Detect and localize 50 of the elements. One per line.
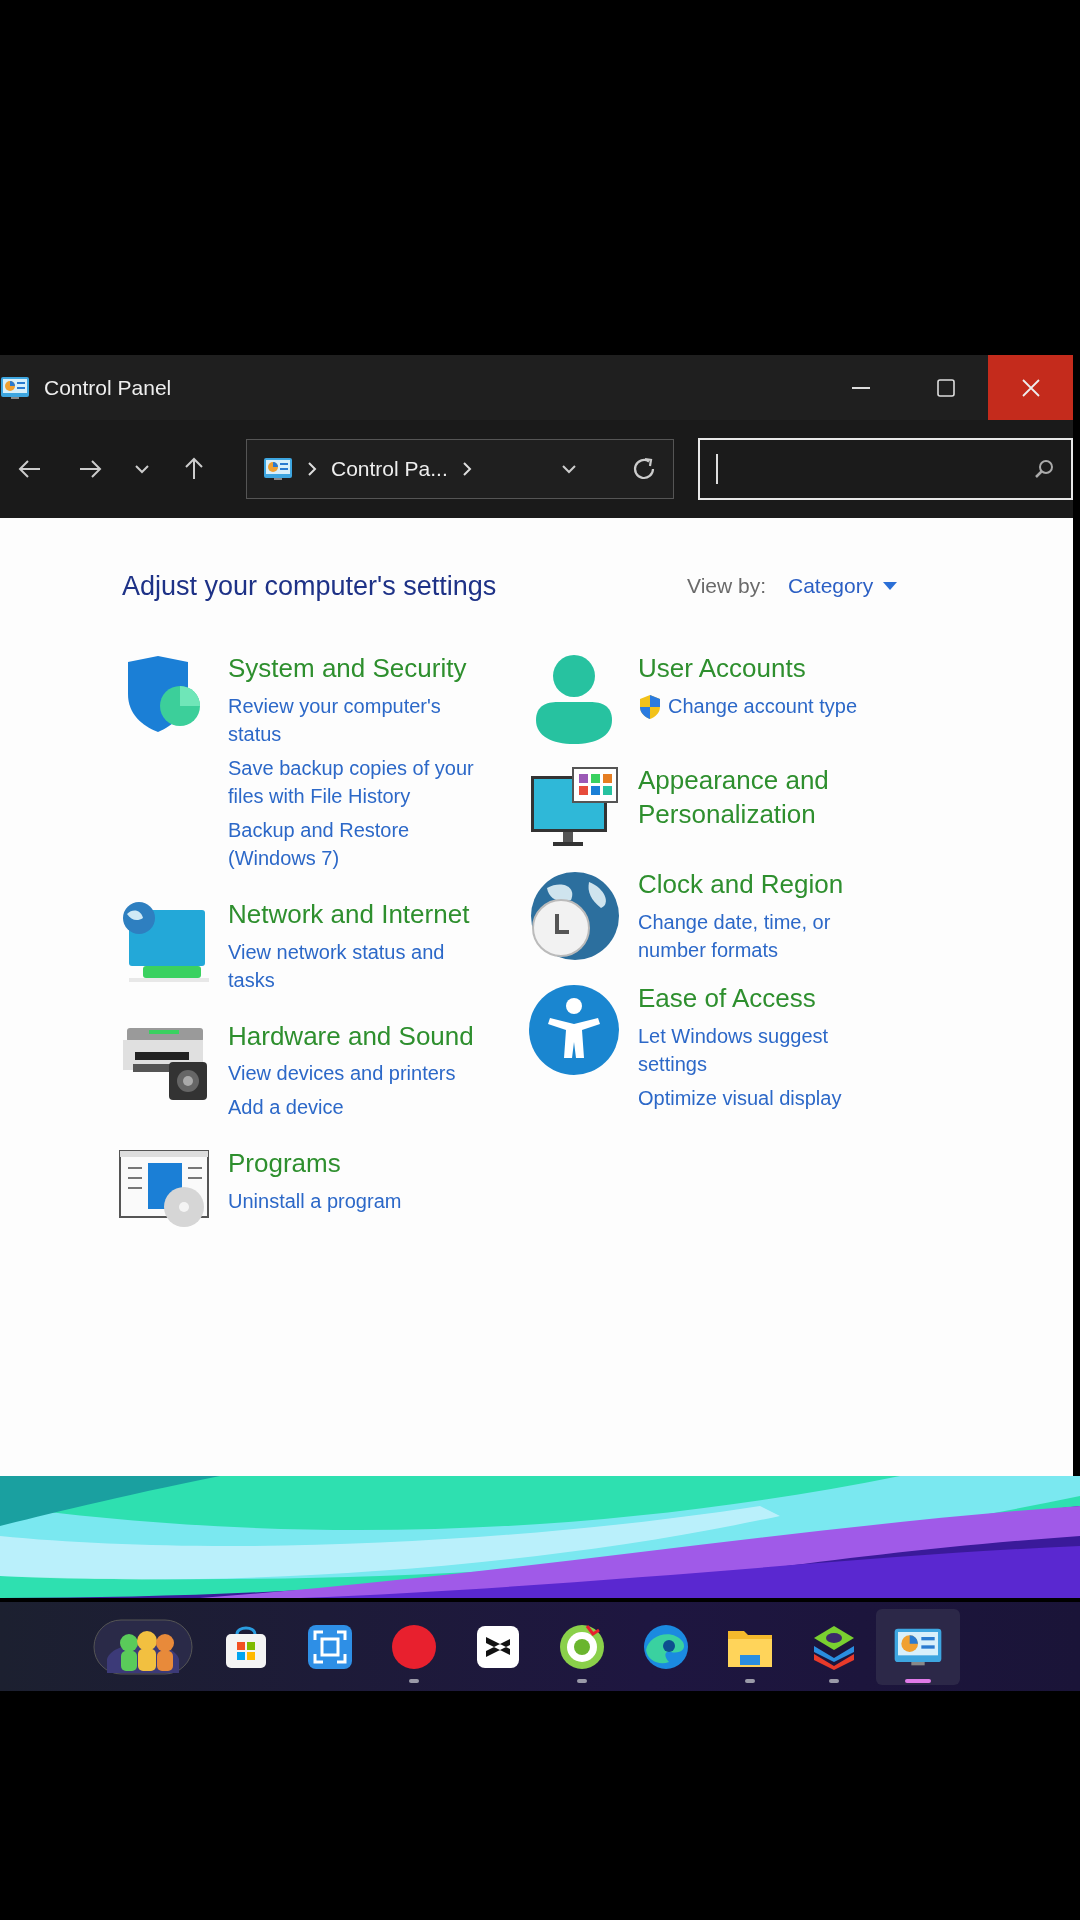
capcut-icon[interactable] <box>476 1624 520 1669</box>
category-link[interactable]: Network and Internet <box>228 897 490 932</box>
user-icon <box>534 654 614 746</box>
page-heading: Adjust your computer's settings <box>122 570 498 602</box>
category-link[interactable]: Ease of Access <box>638 981 898 1016</box>
view-by-dropdown[interactable]: Category <box>788 574 898 598</box>
close-icon <box>1020 377 1041 398</box>
taskbar-button[interactable] <box>876 1608 960 1685</box>
task-link[interactable]: Change date, time, or number formats <box>638 907 898 964</box>
category-link[interactable]: User Accounts <box>638 652 898 686</box>
task-link[interactable]: Uninstall a program <box>228 1187 490 1216</box>
refresh-icon[interactable] <box>631 456 657 482</box>
search-icon[interactable] <box>1033 458 1055 480</box>
browser-icon[interactable] <box>559 1623 605 1670</box>
back-arrow-icon <box>18 459 42 479</box>
task-link[interactable]: View devices and printers <box>228 1059 490 1088</box>
edge-icon[interactable] <box>643 1623 689 1670</box>
task-link[interactable]: Review your computer's status <box>228 691 490 748</box>
chevron-icon <box>461 461 472 477</box>
search-field[interactable] <box>698 438 1073 500</box>
forward-arrow-icon <box>78 459 102 479</box>
task-link[interactable]: Optimize visual display <box>638 1083 898 1112</box>
control-panel-icon <box>0 375 30 400</box>
record-icon[interactable] <box>391 1623 437 1670</box>
category-link[interactable]: System and Security <box>228 652 490 686</box>
snipping-tool-icon[interactable] <box>307 1623 353 1670</box>
window-title: Control Panel <box>44 375 173 400</box>
minimize-icon <box>851 386 870 389</box>
task-link[interactable]: Add a device <box>228 1093 490 1122</box>
caret-icon <box>134 464 150 474</box>
caret-icon <box>883 582 898 590</box>
view-by-label: View by: <box>687 574 766 598</box>
category-link[interactable]: Clock and Region <box>638 868 898 902</box>
category-link[interactable]: Appearance and Personalization <box>638 764 898 832</box>
dropdown-icon[interactable] <box>561 464 577 474</box>
category-link[interactable]: Programs <box>228 1147 490 1182</box>
maximize-icon <box>936 378 955 397</box>
control-panel-icon <box>263 457 293 481</box>
address-bar[interactable]: Control Pa... <box>246 439 674 499</box>
task-link[interactable]: View network status and tasks <box>228 937 490 994</box>
task-link[interactable]: Change account type <box>638 691 898 720</box>
breadcrumb-item[interactable]: Control Pa... <box>331 457 448 481</box>
accessibility-icon <box>528 983 620 1076</box>
programs-icon <box>118 1149 210 1230</box>
task-link[interactable]: Let Windows suggest settings <box>638 1021 898 1078</box>
task-link[interactable]: Backup and Restore (Windows 7) <box>228 815 490 872</box>
chevron-icon <box>307 461 317 477</box>
category-link[interactable]: Hardware and Sound <box>228 1019 490 1054</box>
task-link[interactable]: Save backup copies of your files with File History <box>228 753 490 810</box>
up-arrow-icon <box>184 457 204 481</box>
